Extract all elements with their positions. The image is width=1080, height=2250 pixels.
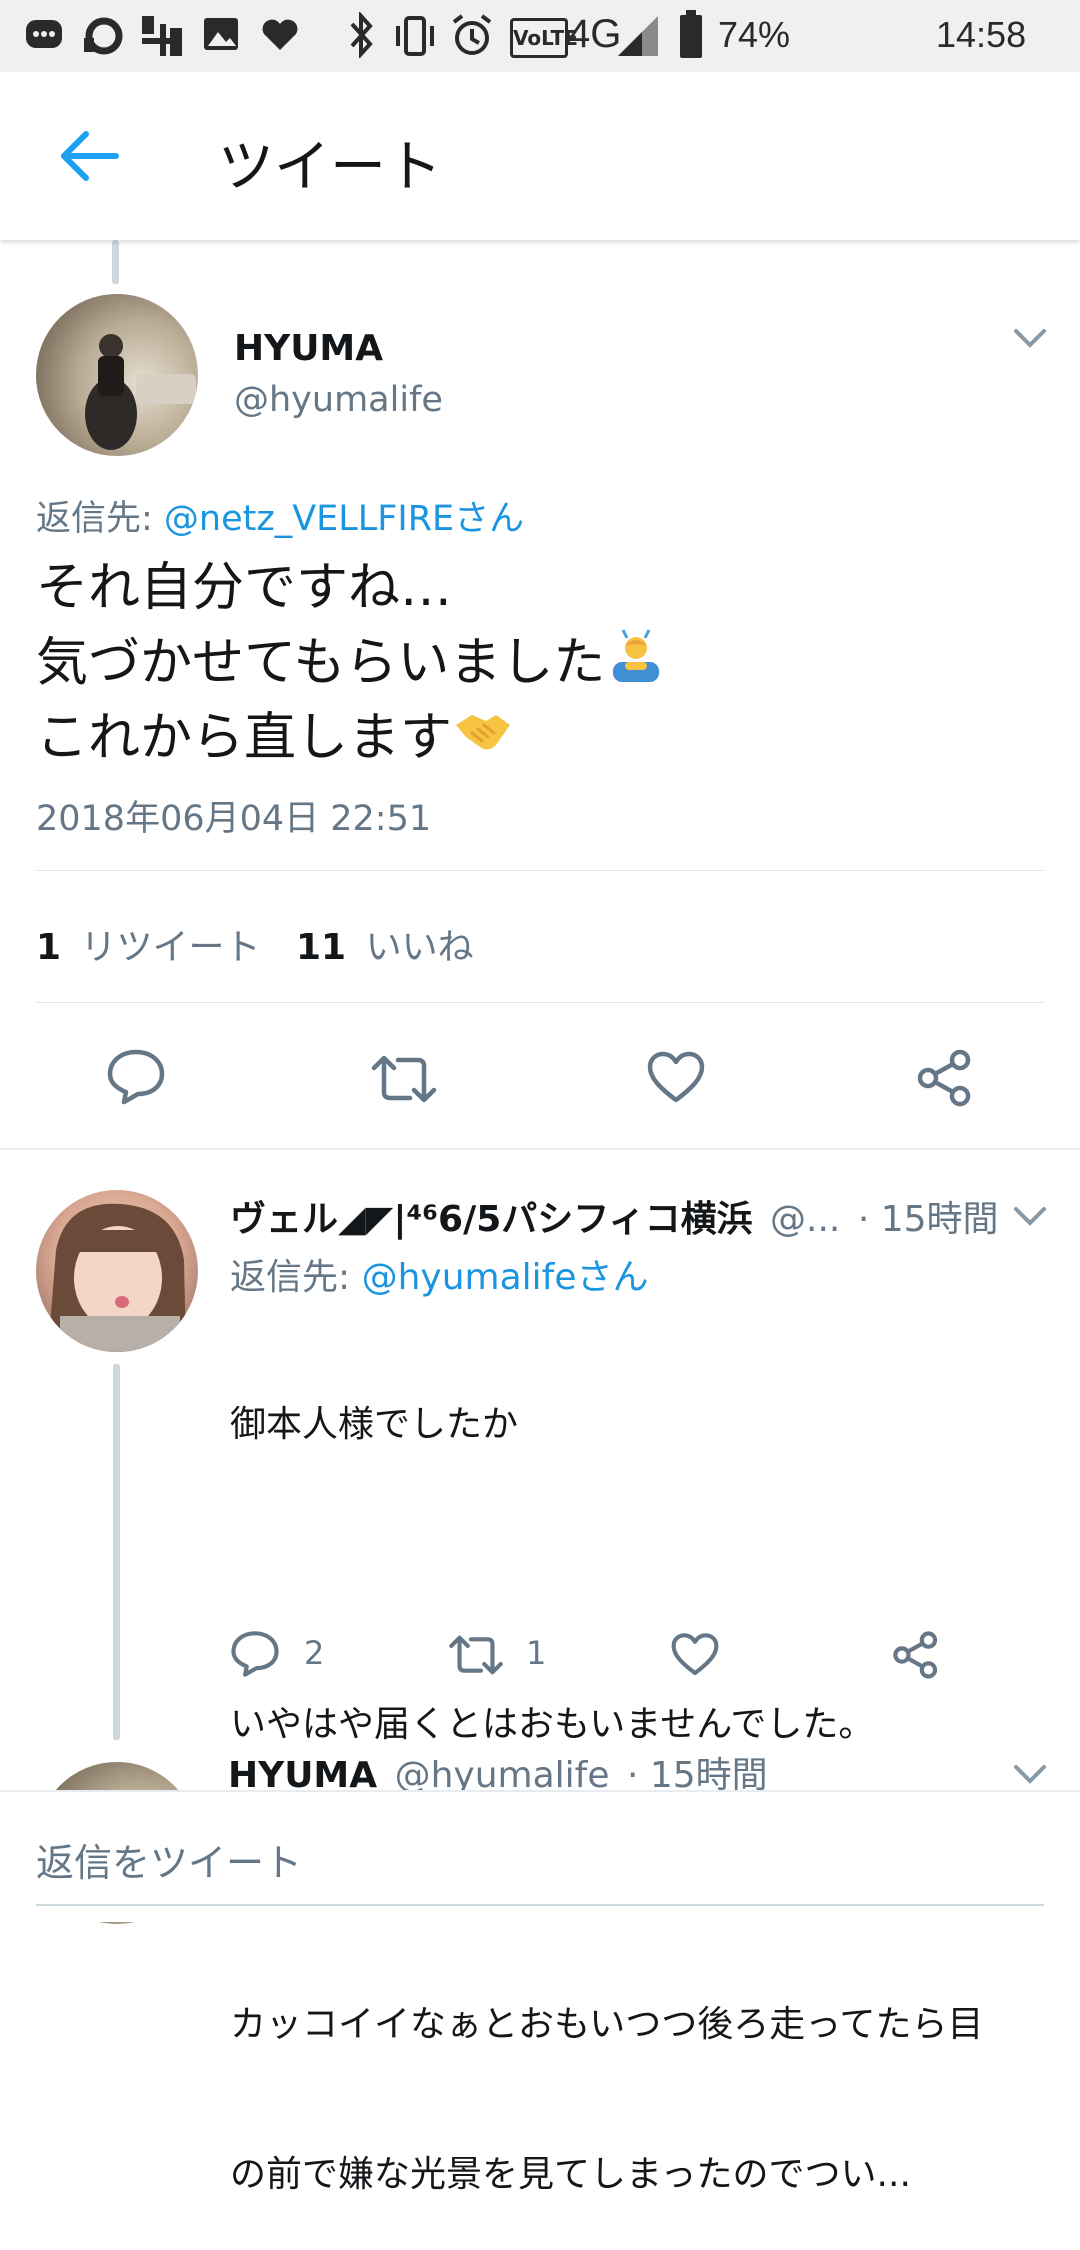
tweet-text-line: の前で嫌な光景を見てしまったのでつい... (230, 2154, 911, 2195)
retweet-label: リツイート (80, 927, 261, 968)
reply-icon[interactable] (230, 1630, 280, 1678)
divider (36, 1002, 1044, 1003)
share-icon[interactable] (916, 1048, 974, 1108)
retweet-stat[interactable]: 1 リツイート (36, 918, 261, 970)
like-heart-icon[interactable] (646, 1050, 706, 1106)
reply-to-line: 返信先: @netz_VELLFIREさん (36, 490, 524, 541)
heart-status-icon (262, 19, 298, 50)
arrow-left-icon[interactable] (54, 120, 126, 192)
like-count: 11 (296, 927, 347, 968)
thread-connector (112, 240, 119, 284)
tweet-text-line: カッコイイなぁとおもいつつ後ろ走ってたら目 (230, 2004, 984, 2045)
avatar-photo-icon (48, 1203, 186, 1352)
input-underline (36, 1904, 1044, 1906)
tweet-text-line (230, 1550, 1050, 1600)
retweet-count: 1 (36, 927, 62, 968)
share-icon[interactable] (892, 1630, 940, 1680)
retweet-icon[interactable] (448, 1634, 504, 1676)
battery-percent: 74% (718, 14, 791, 55)
divider (36, 870, 1044, 871)
chat-bubble-icon (26, 20, 62, 48)
retweet-count: 1 (526, 1634, 547, 1672)
image-icon (204, 18, 238, 50)
author-handle[interactable]: @hyumalife (234, 380, 443, 420)
like-label: いいね (365, 927, 474, 968)
reply-to-link[interactable]: @hyumalifeさん (362, 1257, 649, 1298)
avatar-photo-icon (85, 334, 196, 450)
chevron-down-icon[interactable] (1012, 1204, 1048, 1228)
volte-badge: VoLTE (510, 18, 578, 58)
handshake-emoji-icon (456, 715, 511, 750)
status-bar: VoLTE 4G 74% 14:58 (0, 0, 1080, 72)
tweet-time[interactable]: · 15時間 (858, 1199, 999, 1240)
reply-icon[interactable] (106, 1048, 166, 1106)
tweet-text-line: それ自分ですね… (36, 558, 453, 618)
reply-composer-bar: 返信をツイート (0, 1790, 1080, 1922)
author-name[interactable]: HYUMA (234, 328, 383, 369)
vibrate-icon (396, 16, 434, 56)
network-type: 4G (568, 12, 622, 56)
avatar[interactable] (36, 1190, 198, 1352)
tweet-timestamp: 2018年06月04日 22:51 (36, 799, 432, 839)
author-handle[interactable]: @... (770, 1199, 840, 1240)
signal-icon (618, 16, 658, 56)
reply-to-link[interactable]: @netz_VELLFIREさん (164, 499, 524, 539)
person-bowing-emoji-icon (613, 629, 660, 682)
alarm-icon (452, 14, 492, 55)
reply-header: ヴェル◢◤|⁴⁶6/5パシフィコ横浜 @... · 15時間 (230, 1190, 999, 1242)
like-stat[interactable]: 11 いいね (296, 918, 474, 970)
tweet-text-line: 気づかせてもらいました (36, 633, 606, 693)
tweet-text-line: 御本人様でしたか (230, 1404, 519, 1445)
app-bar: ツイート (0, 72, 1080, 240)
sync-icon (84, 17, 123, 55)
reply-input[interactable]: 返信をツイート (36, 1832, 302, 1887)
thread-connector (113, 1364, 120, 1740)
chevron-down-icon[interactable] (1012, 326, 1048, 350)
page-title: ツイート (218, 135, 442, 200)
tweet-text-line: いやはや届くとはおもいませんでした。 (230, 1704, 875, 1745)
tweet-text-line: これから直します (36, 708, 453, 768)
reply-to-line: 返信先: @hyumalifeさん (230, 1248, 648, 1300)
avatar[interactable] (36, 294, 198, 456)
reply-to-label: 返信先: (36, 499, 164, 539)
tweet-text: それ自分ですね… 気づかせてもらいました これから直します (36, 552, 1036, 774)
battery-icon (680, 10, 702, 58)
reply-count: 2 (304, 1634, 325, 1672)
clock-time: 14:58 (936, 14, 1027, 55)
author-name[interactable]: ヴェル◢◤|⁴⁶6/5パシフィコ横浜 (230, 1199, 753, 1240)
like-heart-icon[interactable] (670, 1632, 720, 1678)
reply-to-label: 返信先: (230, 1257, 362, 1298)
section-divider (0, 1148, 1080, 1150)
retweet-icon[interactable] (370, 1054, 438, 1104)
grid-app-icon (142, 16, 182, 56)
bluetooth-icon (350, 12, 373, 58)
chevron-down-icon[interactable] (1012, 1762, 1048, 1786)
